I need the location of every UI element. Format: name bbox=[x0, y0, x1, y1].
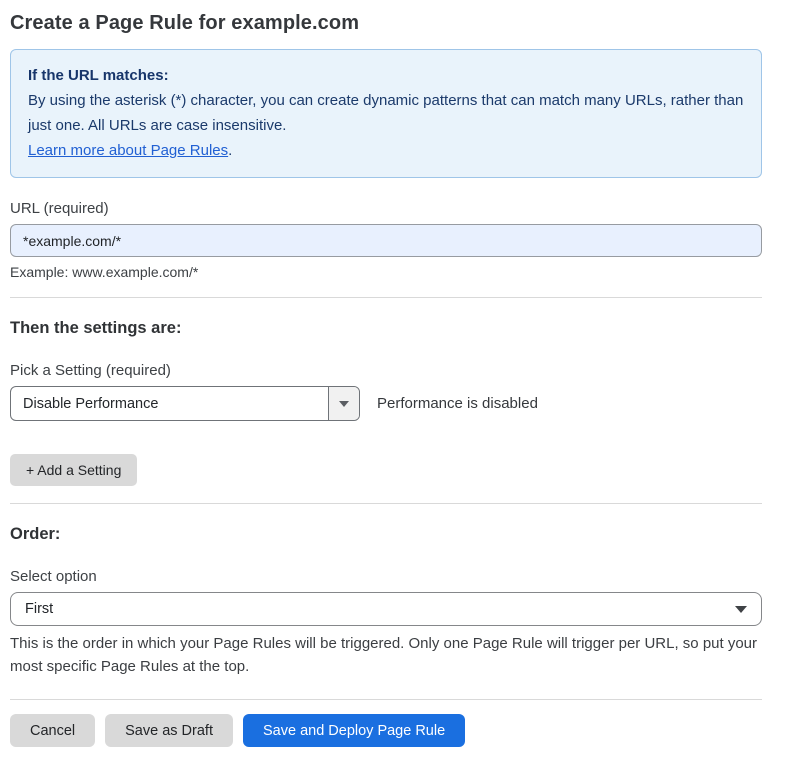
divider bbox=[10, 699, 762, 700]
order-help-text: This is the order in which your Page Rul… bbox=[10, 632, 762, 678]
setting-select[interactable]: Disable Performance bbox=[10, 386, 360, 421]
setting-select-arrow-button[interactable] bbox=[328, 387, 359, 420]
info-box-heading: If the URL matches: bbox=[28, 63, 744, 88]
setting-picker-label: Pick a Setting (required) bbox=[10, 362, 762, 379]
info-box-link-line: Learn more about Page Rules. bbox=[28, 138, 744, 163]
url-example-text: Example: www.example.com/* bbox=[10, 264, 762, 280]
setting-select-value: Disable Performance bbox=[11, 387, 328, 420]
url-field-label: URL (required) bbox=[10, 200, 762, 217]
order-section-heading: Order: bbox=[10, 525, 762, 544]
link-suffix: . bbox=[228, 142, 232, 159]
cancel-button[interactable]: Cancel bbox=[10, 714, 95, 747]
info-box-body: By using the asterisk (*) character, you… bbox=[28, 88, 744, 138]
chevron-down-icon bbox=[339, 401, 349, 407]
divider bbox=[10, 503, 762, 504]
setting-status-text: Performance is disabled bbox=[377, 395, 538, 412]
page-rule-form: Create a Page Rule for example.com If th… bbox=[10, 0, 762, 759]
settings-section-heading: Then the settings are: bbox=[10, 319, 762, 338]
learn-more-link[interactable]: Learn more about Page Rules bbox=[28, 142, 228, 159]
order-select-label: Select option bbox=[10, 568, 762, 585]
url-input[interactable] bbox=[10, 224, 762, 257]
divider bbox=[10, 297, 762, 298]
order-select[interactable]: First bbox=[10, 592, 762, 626]
order-select-value: First bbox=[25, 601, 53, 617]
save-and-deploy-button[interactable]: Save and Deploy Page Rule bbox=[243, 714, 465, 747]
chevron-down-icon bbox=[735, 606, 747, 613]
add-setting-button[interactable]: + Add a Setting bbox=[10, 454, 137, 486]
page-title: Create a Page Rule for example.com bbox=[10, 12, 762, 35]
save-as-draft-button[interactable]: Save as Draft bbox=[105, 714, 233, 747]
setting-picker-row: Disable Performance Performance is disab… bbox=[10, 386, 762, 421]
url-match-info-box: If the URL matches: By using the asteris… bbox=[10, 49, 762, 178]
footer-actions: Cancel Save as Draft Save and Deploy Pag… bbox=[10, 714, 762, 759]
